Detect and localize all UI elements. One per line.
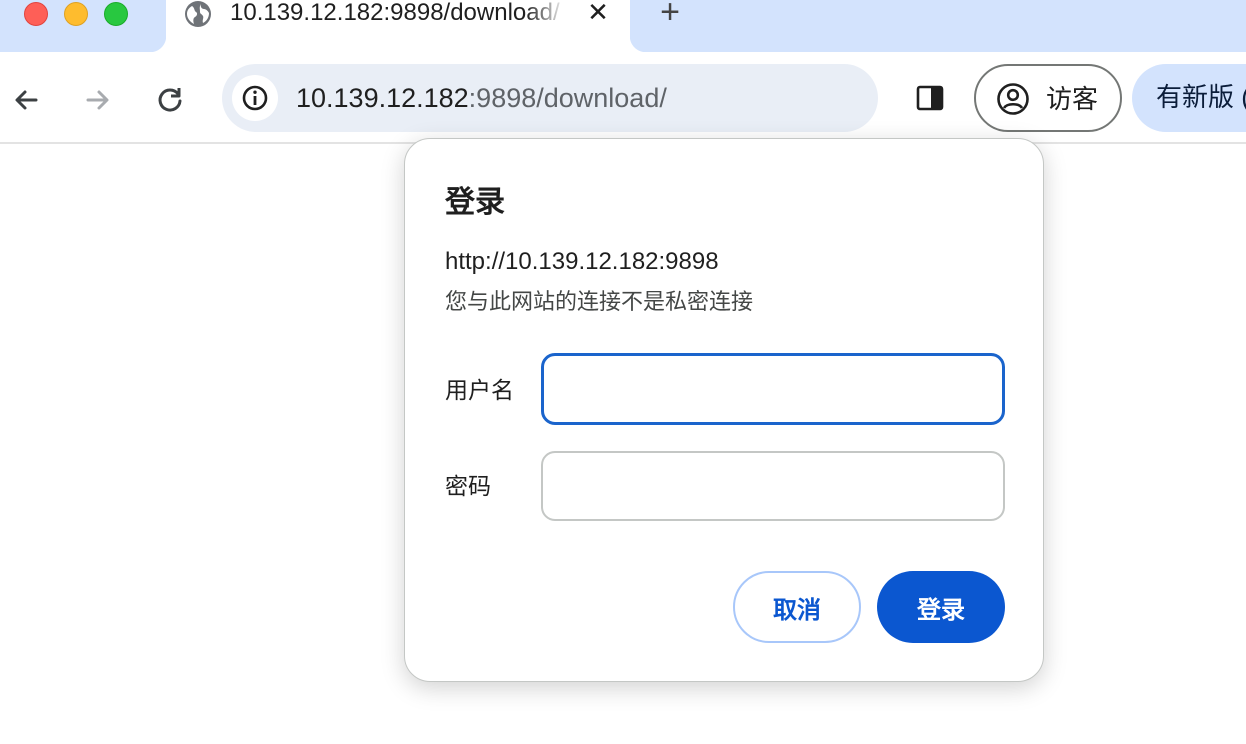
tab-title: 10.139.12.182:9898/download/ [230,0,560,26]
reload-icon [158,88,182,112]
dialog-title: 登录 [445,186,505,219]
globe-icon [184,0,212,28]
login-button[interactable]: 登录 [877,571,1005,643]
maximize-window-button[interactable] [104,2,128,26]
password-input[interactable] [541,451,1005,521]
active-tab[interactable]: 10.139.12.182:9898/download/ ✕ [150,0,646,52]
username-label: 用户名 [445,377,514,403]
update-label: 有新版 ( [1156,82,1246,112]
update-chrome-button[interactable]: 有新版 ( [1132,64,1246,132]
username-input[interactable] [541,353,1005,425]
address-bar[interactable]: 10.139.12.182:9898/download/ [222,64,878,132]
close-tab-icon[interactable]: ✕ [584,0,612,26]
close-window-button[interactable] [24,2,48,26]
reload-button[interactable] [150,80,190,120]
url-path: :9898/download/ [468,83,667,113]
http-auth-dialog: 登录 http://10.139.12.182:9898 您与此网站的连接不是私… [404,138,1044,682]
forward-button[interactable] [78,80,118,120]
dialog-origin: http://10.139.12.182:9898 [445,248,719,275]
minimize-window-button[interactable] [64,2,88,26]
tab-strip: 10.139.12.182:9898/download/ ✕ + [0,0,1246,52]
new-tab-button[interactable]: + [652,0,688,32]
profile-label: 访客 [1046,84,1099,114]
arrow-left-icon [15,90,38,110]
password-label: 密码 [445,473,491,499]
side-panel-button[interactable] [910,78,950,118]
profile-button[interactable]: 访客 [974,64,1122,132]
info-icon [242,85,268,111]
site-info-button[interactable] [232,75,278,121]
side-panel-icon [916,85,944,111]
back-button[interactable] [6,80,46,120]
url-host: 10.139.12.182 [296,83,469,113]
dialog-warning: 您与此网站的连接不是私密连接 [445,289,754,314]
arrow-right-icon [86,90,109,110]
browser-toolbar: 10.139.12.182:9898/download/ 访客 有新版 ( [0,52,1246,144]
url-text: 10.139.12.182:9898/download/ [296,82,667,114]
account-circle-icon [997,83,1029,115]
cancel-button[interactable]: 取消 [733,571,861,643]
